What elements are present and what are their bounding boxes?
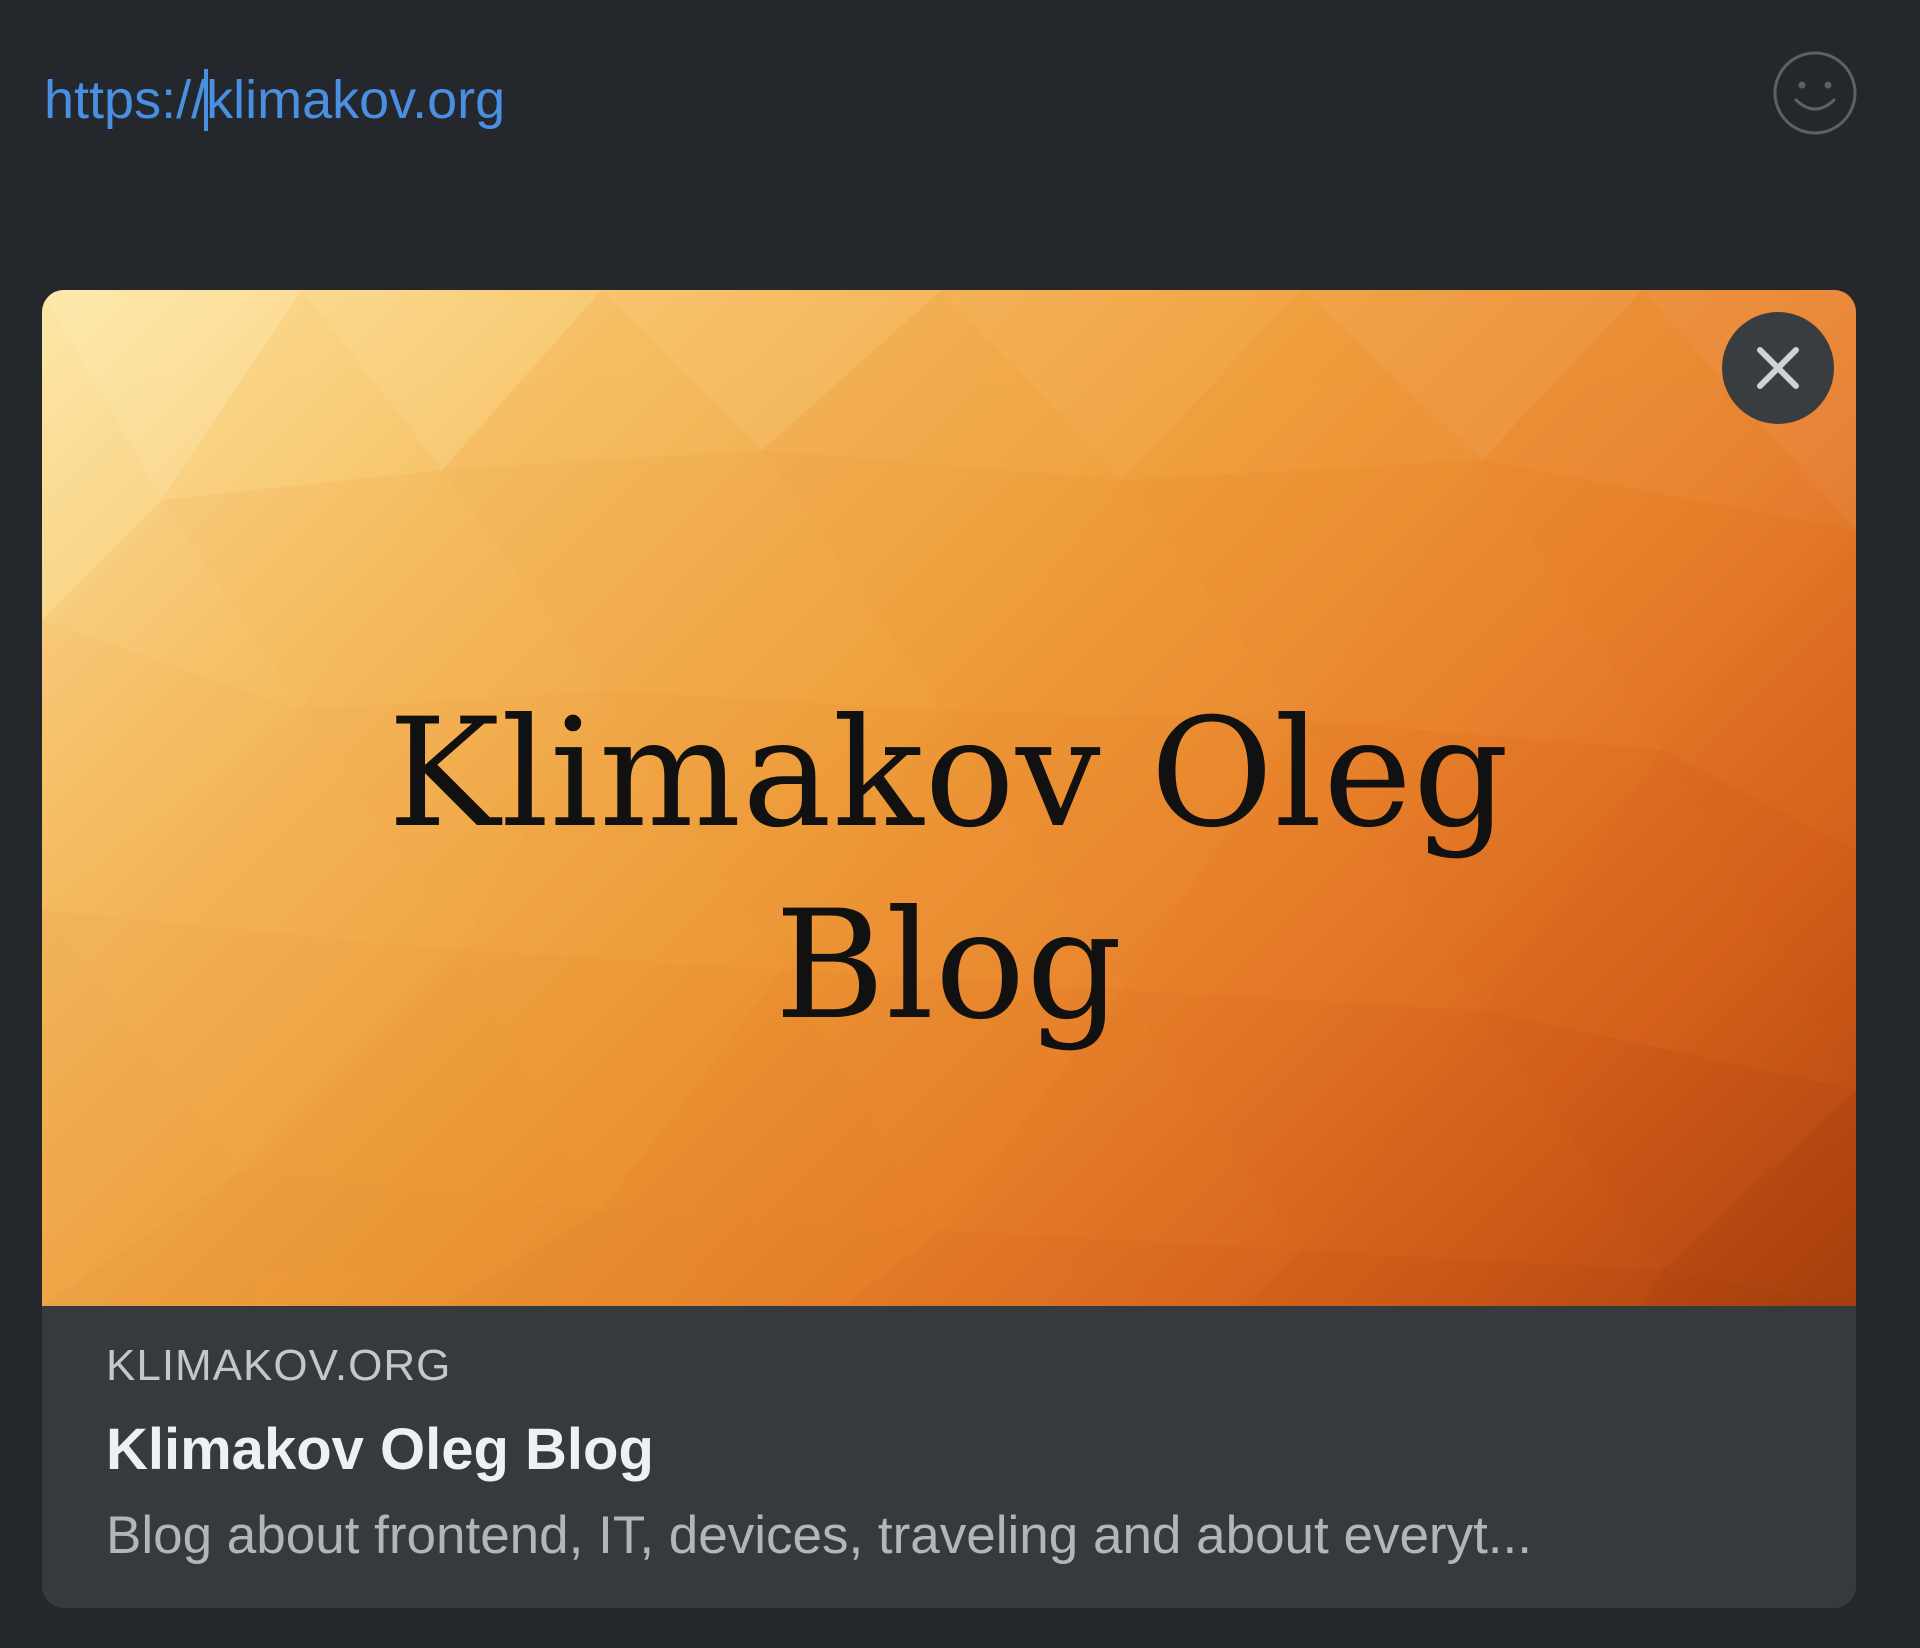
image-title-line1: Klimakov Oleg: [387, 687, 1511, 861]
text-cursor: [204, 68, 209, 131]
image-title: Klimakov Oleg Blog: [42, 678, 1856, 1062]
link-preview-card[interactable]: Klimakov Oleg Blog KLIMAKOV.ORG Klimakov…: [42, 290, 1856, 1608]
link-description: Blog about frontend, IT, devices, travel…: [106, 1506, 1532, 1565]
link-preview-footer: KLIMAKOV.ORG Klimakov Oleg Blog Blog abo…: [42, 1306, 1856, 1608]
message-composer: https://klimakov.org Klimakov Oleg Blog …: [0, 0, 1920, 1648]
smiley-icon: [1773, 51, 1857, 135]
emoji-button[interactable]: [1772, 50, 1858, 136]
link-title: Klimakov Oleg Blog: [106, 1417, 654, 1482]
message-input[interactable]: https://klimakov.org: [44, 60, 1684, 140]
image-title-line2: Blog: [774, 879, 1124, 1053]
close-preview-button[interactable]: [1722, 312, 1834, 424]
site-name: KLIMAKOV.ORG: [106, 1341, 452, 1390]
url-text-before-cursor: https://: [44, 70, 207, 130]
close-icon: [1757, 347, 1799, 389]
link-preview-image: Klimakov Oleg Blog: [42, 290, 1856, 1306]
url-text-after-cursor: klimakov.org: [206, 70, 506, 130]
